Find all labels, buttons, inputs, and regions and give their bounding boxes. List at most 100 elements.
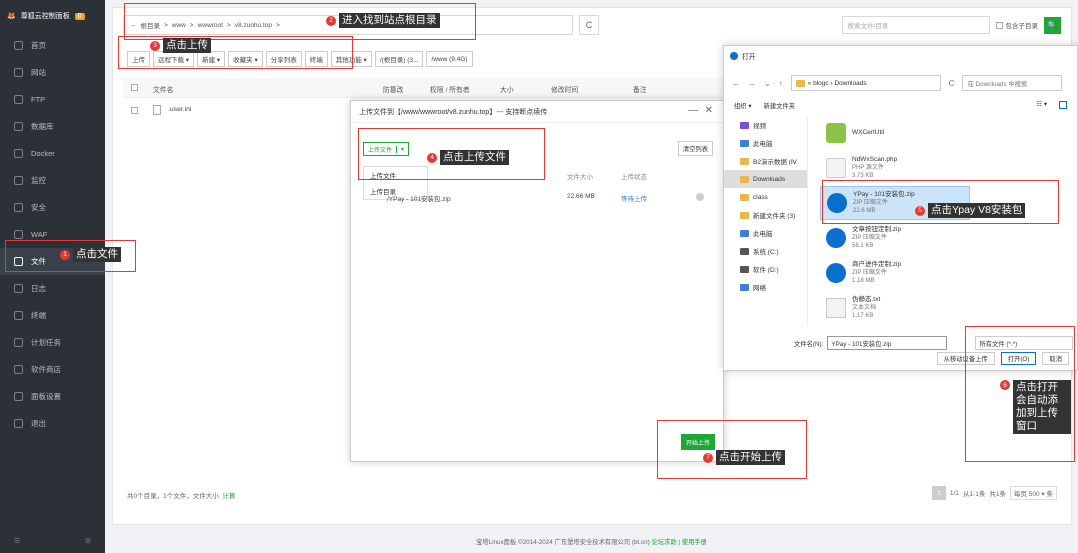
col-perm[interactable]: 权限 / 所有者 bbox=[430, 84, 470, 94]
address-bar[interactable]: « blogc › Downloads bbox=[790, 75, 941, 91]
folder-icon bbox=[740, 121, 749, 129]
chevron-down-icon[interactable]: ⌄ bbox=[764, 79, 771, 88]
file-item[interactable]: 伪静态.txt 文本文档 1.17 KB bbox=[820, 291, 970, 325]
file-item[interactable]: WXCertUtil bbox=[820, 116, 970, 150]
sidebar-item[interactable]: 监控 bbox=[0, 167, 105, 194]
dialog-search-input[interactable]: 在 Downloads 中搜索 bbox=[962, 75, 1063, 91]
nav-item-label: 网络 bbox=[753, 285, 766, 292]
filename-label: 文件名(N): bbox=[794, 340, 824, 348]
file-size: 3.73 KB bbox=[852, 173, 874, 179]
remove-icon[interactable] bbox=[696, 193, 704, 201]
up-arrow-icon[interactable]: ↑ bbox=[779, 79, 783, 88]
calc-link[interactable]: 计算 bbox=[222, 493, 235, 500]
sidebar-item[interactable]: 退出 bbox=[0, 410, 105, 437]
sidebar-item[interactable]: 软件商店 bbox=[0, 356, 105, 383]
file-item[interactable]: 商户进件定制.zip ZIP 压缩文件 1.18 MB bbox=[820, 256, 970, 290]
step-text: 点击开始上传 bbox=[716, 450, 785, 465]
menu-item-icon bbox=[14, 122, 23, 131]
dialog-commands: 组织 ▾ 新建文件夹 ☷ ▾ bbox=[734, 101, 1067, 110]
include-subdirs-checkbox[interactable]: 包含子目录 bbox=[995, 20, 1039, 30]
nav-item-label: 视频 bbox=[753, 123, 766, 130]
page-range: 从1-1条 bbox=[962, 491, 986, 498]
step-number: 4 bbox=[427, 152, 437, 163]
row-checkbox[interactable] bbox=[131, 107, 138, 114]
nav-item[interactable]: 此电脑 bbox=[724, 224, 807, 242]
col-size[interactable]: 大小 bbox=[500, 84, 514, 94]
refresh-button[interactable]: C bbox=[579, 15, 599, 35]
upload-title-bar: 上传文件到【/www/wwwroot/v8.zunhu.top】--- 支持断点… bbox=[351, 101, 723, 123]
sidebar-item[interactable]: 安全 bbox=[0, 194, 105, 221]
toolbar-button[interactable]: /(根目录) (3... bbox=[374, 51, 424, 67]
navigation-pane: 视频此电脑 B2演示数据 (Ⅳ Downloads class 新建文件夹 (3) 此电脑… bbox=[724, 116, 808, 326]
page-current[interactable]: 1 bbox=[931, 486, 946, 500]
close-icon[interactable]: ✕ bbox=[705, 105, 713, 116]
sidebar-item[interactable]: 日志 bbox=[0, 275, 105, 302]
notification-badge[interactable]: 0 bbox=[74, 12, 85, 20]
sidebar-item-label: 面板设置 bbox=[31, 392, 61, 401]
toolbar-button[interactable]: /www (9.4G) bbox=[426, 51, 473, 67]
nav-item[interactable]: class bbox=[724, 188, 807, 206]
sidebar-item[interactable]: 计划任务 bbox=[0, 329, 105, 356]
sidebar-footer: ☰ ⚙ bbox=[0, 529, 105, 553]
upload-file-status: 等待上传 bbox=[621, 196, 647, 203]
nav-item-label: 新建文件夹 (3) bbox=[753, 213, 796, 220]
forum-link[interactable]: 论坛求助 bbox=[651, 539, 676, 546]
address-text: « blogc › Downloads bbox=[807, 79, 867, 87]
refresh-icon[interactable]: C bbox=[949, 79, 955, 88]
dialog-title-bar: 打开 bbox=[730, 51, 756, 61]
folder-icon bbox=[740, 175, 749, 183]
menu-item-icon bbox=[14, 95, 23, 104]
sidebar-item-label: 安全 bbox=[31, 203, 46, 212]
sidebar-item[interactable]: 数据库 bbox=[0, 113, 105, 140]
step-number: 3 bbox=[150, 40, 160, 51]
file-name[interactable]: .user.ini bbox=[168, 106, 191, 113]
nav-item[interactable]: 软件 (D:) bbox=[724, 260, 807, 278]
back-arrow-icon[interactable]: ← bbox=[732, 79, 740, 88]
sidebar-item[interactable]: 网站 bbox=[0, 59, 105, 86]
col-note[interactable]: 备注 bbox=[633, 84, 647, 94]
menu-item-icon bbox=[14, 176, 23, 185]
file-item[interactable]: 文章按钮定制.zip ZIP 压缩文件 56.1 KB bbox=[820, 221, 970, 255]
clear-list-button[interactable]: 清空列表 bbox=[677, 141, 713, 156]
nav-item[interactable]: 系统 (C:) bbox=[724, 242, 807, 260]
sidebar-item[interactable]: Docker bbox=[0, 140, 105, 167]
nav-item-label: 此电脑 bbox=[753, 141, 773, 148]
search-input[interactable]: 搜索文件/目录 bbox=[841, 16, 990, 34]
menu-item-icon bbox=[14, 284, 23, 293]
sidebar-item[interactable]: 面板设置 bbox=[0, 383, 105, 410]
sidebar-item[interactable]: 终端 bbox=[0, 302, 105, 329]
upload-file-name: /YPay - 101安装包.zip bbox=[387, 196, 451, 203]
select-all-checkbox[interactable] bbox=[131, 84, 138, 91]
gear-icon[interactable]: ⚙ bbox=[85, 537, 91, 545]
nav-item[interactable]: B2演示数据 (Ⅳ bbox=[724, 152, 807, 170]
organize-menu[interactable]: 组织 ▾ bbox=[734, 101, 752, 110]
view-options-icon[interactable]: ☷ ▾ bbox=[1036, 101, 1047, 110]
folder-icon bbox=[740, 229, 749, 237]
minimize-icon[interactable]: — bbox=[688, 105, 698, 116]
dialog-app-icon bbox=[730, 52, 738, 60]
nav-item[interactable]: 新建文件夹 (3) bbox=[724, 206, 807, 224]
col-tamper[interactable]: 防篡改 bbox=[383, 84, 403, 94]
sidebar-item-label: 日志 bbox=[31, 284, 46, 293]
annotation-1: 1 点击文件 bbox=[60, 247, 121, 262]
step-number: 2 bbox=[326, 15, 336, 26]
sidebar-item[interactable]: 首页 bbox=[0, 32, 105, 59]
col-mtime[interactable]: 修改时间 bbox=[551, 84, 578, 94]
col-filename[interactable]: 文件名 bbox=[153, 84, 173, 94]
nav-item[interactable]: 视频 bbox=[724, 116, 807, 134]
search-button[interactable]: 🔍 bbox=[1044, 16, 1061, 34]
new-folder-button[interactable]: 新建文件夹 bbox=[764, 101, 795, 110]
sidebar-item-label: 数据库 bbox=[31, 122, 54, 131]
step-number: 5 bbox=[915, 205, 925, 216]
page-size-select[interactable]: 每页 500 ▾ 条 bbox=[1009, 486, 1057, 500]
manual-link[interactable]: 使用手册 bbox=[682, 539, 707, 546]
sidebar-item[interactable]: FTP bbox=[0, 86, 105, 113]
preview-pane-icon[interactable] bbox=[1059, 101, 1067, 109]
nav-item[interactable]: Downloads bbox=[724, 170, 807, 188]
forward-arrow-icon[interactable]: → bbox=[748, 79, 756, 88]
filename-input[interactable]: YPay - 101安装包.zip bbox=[827, 336, 948, 350]
menu-icon[interactable]: ☰ bbox=[14, 537, 20, 545]
subdirs-label: 包含子目录 bbox=[1005, 23, 1039, 30]
nav-item[interactable]: 网络 bbox=[724, 278, 807, 296]
nav-item[interactable]: 此电脑 bbox=[724, 134, 807, 152]
